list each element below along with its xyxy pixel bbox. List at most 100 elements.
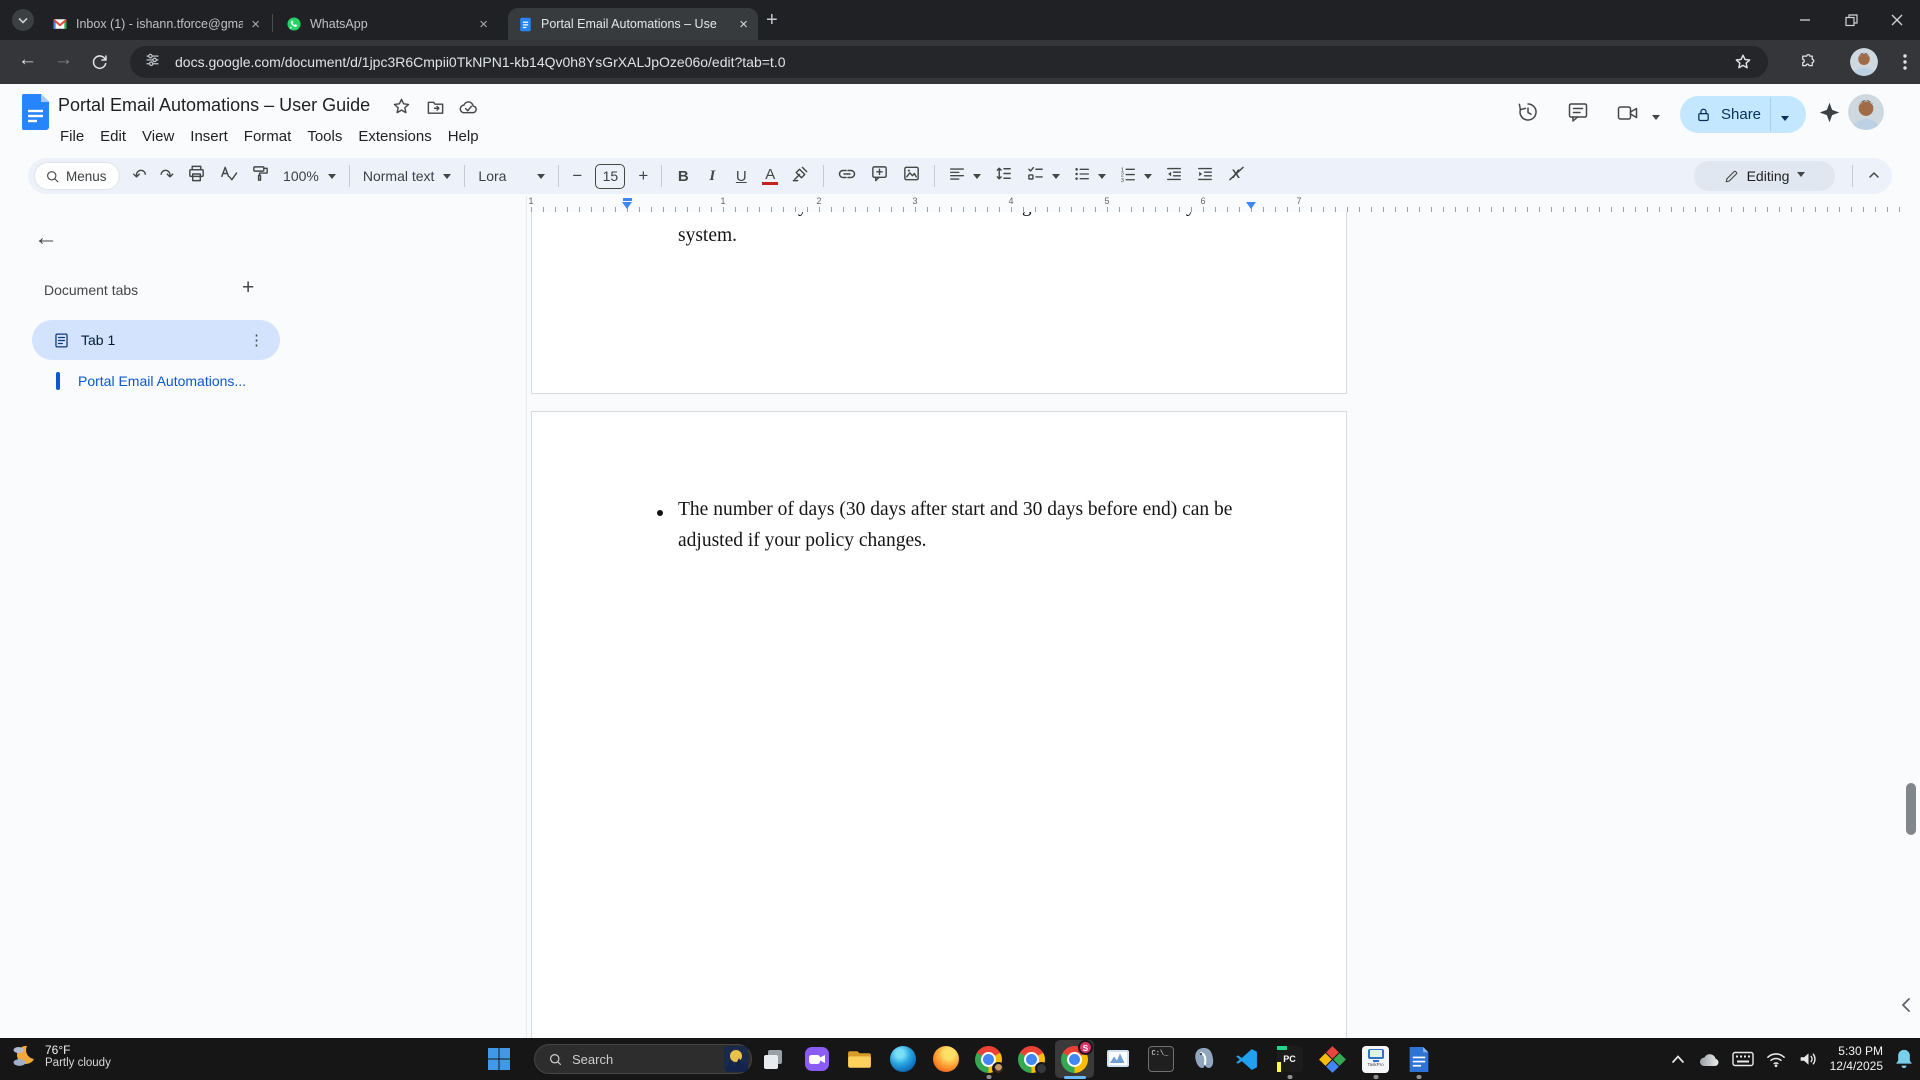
tab-search-icon[interactable]	[12, 9, 34, 36]
print-icon[interactable]	[187, 164, 206, 188]
numbered-list-dropdown-caret[interactable]	[1144, 174, 1152, 183]
paragraph-style-value[interactable]: Normal text	[363, 168, 435, 184]
tab-close-icon[interactable]: ×	[739, 16, 748, 33]
checklist-icon[interactable]	[1026, 164, 1045, 188]
bulleted-list-icon[interactable]	[1073, 165, 1091, 188]
highlight-color-icon[interactable]	[791, 164, 810, 188]
start-button[interactable]	[486, 1046, 512, 1077]
zoom-dropdown-caret[interactable]	[328, 174, 336, 183]
onedrive-icon[interactable]	[1697, 1050, 1721, 1068]
bulleted-list-dropdown-caret[interactable]	[1098, 174, 1106, 183]
reload-icon[interactable]	[90, 52, 109, 76]
site-info-icon[interactable]	[144, 51, 161, 73]
spellcheck-icon[interactable]	[219, 164, 238, 188]
font-family-value[interactable]: Lora	[478, 168, 528, 184]
browser-tab-docs-active[interactable]: Portal Email Automations – Use ×	[508, 8, 758, 40]
bold-icon[interactable]: B	[675, 168, 691, 185]
pycharm-icon[interactable]: PC	[1268, 1038, 1311, 1080]
text-color-icon[interactable]: A	[762, 167, 778, 185]
teams-chat-icon[interactable]	[795, 1038, 838, 1080]
vscode-icon[interactable]	[1225, 1038, 1268, 1080]
comment-history-icon[interactable]	[1566, 100, 1590, 129]
menus-search-button[interactable]: Menus	[34, 162, 120, 190]
meet-video-icon[interactable]	[1616, 102, 1640, 129]
tab-close-icon[interactable]: ×	[479, 16, 488, 33]
meet-dropdown-caret[interactable]	[1652, 115, 1660, 124]
menu-format[interactable]: Format	[236, 126, 300, 147]
font-size-increase-icon[interactable]: +	[638, 166, 648, 186]
browser-menu-kebab-icon[interactable]	[1896, 51, 1914, 78]
taskbar-clock[interactable]: 5:30 PM 12/4/2025	[1830, 1044, 1883, 1074]
menu-view[interactable]: View	[134, 126, 182, 147]
menu-tools[interactable]: Tools	[299, 126, 350, 147]
window-minimize-button[interactable]	[1782, 0, 1828, 40]
browser-profile-avatar[interactable]	[1850, 48, 1878, 76]
close-panel-back-icon[interactable]: ←	[34, 224, 58, 252]
document-tab-item-selected[interactable]: Tab 1 ⋮	[32, 320, 280, 360]
increase-indent-icon[interactable]	[1196, 165, 1214, 188]
vertical-scrollbar-thumb[interactable]	[1906, 783, 1916, 835]
tray-expand-chevron-icon[interactable]	[1670, 1053, 1686, 1065]
back-icon[interactable]: ←	[18, 49, 37, 71]
first-line-indent-marker[interactable]	[623, 198, 632, 201]
align-left-icon[interactable]	[948, 165, 966, 188]
firefox-browser-icon[interactable]	[924, 1038, 967, 1080]
document-page-2[interactable]: The number of days (30 days after start …	[531, 411, 1347, 1038]
wifi-icon[interactable]	[1765, 1050, 1787, 1068]
font-dropdown-caret[interactable]	[537, 174, 545, 183]
weather-widget[interactable]: 76°F Partly cloudy	[10, 1042, 111, 1070]
checklist-dropdown-caret[interactable]	[1052, 174, 1060, 183]
address-bar[interactable]: docs.google.com/document/d/1jpc3R6Cmpii0…	[130, 46, 1768, 78]
browser-tab-gmail[interactable]: Inbox (1) - ishann.tforce@gmai ×	[42, 8, 270, 40]
volume-icon[interactable]	[1798, 1050, 1819, 1068]
editing-mode-button[interactable]: Editing	[1694, 161, 1835, 191]
bookmark-star-icon[interactable]	[1734, 53, 1752, 76]
browser-tab-whatsapp[interactable]: WhatsApp ×	[276, 8, 498, 40]
touch-keyboard-icon[interactable]	[1732, 1051, 1754, 1067]
add-tab-icon[interactable]: +	[242, 276, 254, 300]
window-close-button[interactable]	[1874, 0, 1920, 40]
show-side-panel-chevron-icon[interactable]	[1899, 996, 1913, 1019]
share-dropdown-caret[interactable]	[1781, 116, 1789, 125]
document-outline-link[interactable]: Portal Email Automations...	[78, 373, 246, 389]
menu-edit[interactable]: Edit	[92, 126, 134, 147]
postgresql-icon[interactable]	[1182, 1038, 1225, 1080]
font-size-input[interactable]: 15	[595, 164, 625, 189]
undo-icon[interactable]: ↶	[133, 166, 147, 186]
menu-insert[interactable]: Insert	[182, 126, 236, 147]
chrome-profile-2-icon[interactable]	[1010, 1038, 1053, 1080]
chrome-profile-active-icon[interactable]: S	[1053, 1038, 1096, 1080]
collapse-toolbar-chevron-icon[interactable]	[1866, 167, 1882, 188]
font-size-decrease-icon[interactable]: −	[572, 166, 582, 186]
extensions-puzzle-icon[interactable]	[1798, 53, 1817, 77]
new-tab-button[interactable]: +	[766, 9, 778, 32]
edge-browser-icon[interactable]	[881, 1038, 924, 1080]
terminal-icon[interactable]: C:\_	[1139, 1038, 1182, 1080]
decrease-indent-icon[interactable]	[1165, 165, 1183, 188]
file-explorer-icon[interactable]	[838, 1038, 881, 1080]
writer-document-icon[interactable]	[1397, 1038, 1440, 1080]
task-view-icon[interactable]	[752, 1038, 795, 1080]
share-button[interactable]: Share	[1680, 96, 1806, 133]
star-document-icon[interactable]	[392, 97, 411, 121]
menu-help[interactable]: Help	[440, 126, 487, 147]
numbered-list-icon[interactable]: 123	[1119, 165, 1137, 188]
menu-extensions[interactable]: Extensions	[350, 126, 439, 147]
gemini-sparkle-icon[interactable]	[1818, 101, 1841, 129]
redo-icon[interactable]: ↷	[160, 166, 174, 186]
paint-format-icon[interactable]	[251, 164, 270, 188]
style-dropdown-caret[interactable]	[443, 174, 451, 183]
notification-bell-icon[interactable]	[1894, 1048, 1914, 1070]
align-dropdown-caret[interactable]	[973, 174, 981, 183]
italic-icon[interactable]: I	[704, 168, 720, 185]
color-diamond-icon[interactable]	[1311, 1038, 1354, 1080]
version-history-icon[interactable]	[1516, 100, 1540, 129]
tab-options-kebab-icon[interactable]: ⋮	[249, 331, 264, 349]
insert-link-icon[interactable]	[837, 164, 857, 189]
window-restore-button[interactable]	[1828, 0, 1874, 40]
chrome-profile-1-icon[interactable]	[967, 1038, 1010, 1080]
taskbar-search-box[interactable]: Search	[534, 1044, 752, 1074]
google-docs-logo[interactable]	[22, 94, 49, 135]
insert-image-icon[interactable]	[902, 164, 921, 188]
account-avatar[interactable]	[1848, 94, 1884, 130]
